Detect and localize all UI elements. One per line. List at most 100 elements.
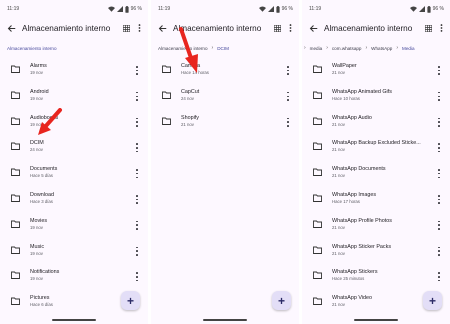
signal-icon xyxy=(267,6,274,12)
more-vert-icon[interactable] xyxy=(437,246,441,256)
back-arrow-icon[interactable] xyxy=(5,22,17,34)
item-name: Pictures xyxy=(30,295,50,302)
more-vert-icon[interactable] xyxy=(135,143,139,153)
more-vert-icon[interactable] xyxy=(135,194,139,204)
item-name: Movies xyxy=(30,217,48,224)
more-vert-icon[interactable] xyxy=(286,66,290,75)
gesture-nav-handle[interactable] xyxy=(52,319,96,321)
more-vert-icon[interactable] xyxy=(437,117,441,127)
item-date: 21 nov xyxy=(332,224,345,230)
file-list: Camera Hace 14 horas CapCut 24 nov Shopify… xyxy=(151,57,299,134)
chevron-right-icon: › xyxy=(211,45,214,51)
more-vert-icon[interactable] xyxy=(286,117,290,127)
folder-icon xyxy=(11,220,20,228)
folder-icon xyxy=(11,142,20,151)
app-bar: Almacenamiento interno xyxy=(0,17,148,39)
list-item[interactable]: WhatsApp Images Hace 17 horas xyxy=(302,186,450,212)
more-vert-icon[interactable] xyxy=(286,91,290,101)
list-item[interactable]: WhatsApp Backup Excluded Sticke... 21 nov xyxy=(302,134,450,160)
more-vert-icon[interactable] xyxy=(437,169,441,179)
back-arrow-icon[interactable] xyxy=(307,22,319,34)
back-arrow-icon[interactable] xyxy=(156,22,168,34)
breadcrumb-item[interactable]: WhatsApp xyxy=(371,46,392,51)
more-options-icon[interactable] xyxy=(436,22,446,34)
more-options-icon[interactable] xyxy=(285,22,295,34)
more-vert-icon[interactable] xyxy=(437,194,441,204)
red-arrow-annotation xyxy=(38,108,62,135)
folder-icon xyxy=(11,271,20,280)
more-vert-icon[interactable] xyxy=(437,143,441,153)
list-item[interactable]: WhatsApp Audio 21 nov xyxy=(302,109,450,135)
folder-icon xyxy=(313,194,322,202)
chevron-right-icon: › xyxy=(326,45,328,51)
battery-level: 96 % xyxy=(432,6,444,12)
item-date: 19 nov xyxy=(30,70,43,75)
list-item[interactable]: Camera Hace 14 horas xyxy=(151,57,299,83)
more-vert-icon[interactable] xyxy=(437,91,441,101)
list-item[interactable]: DCIM 24 nov xyxy=(0,134,148,160)
grid-view-icon[interactable] xyxy=(423,22,433,34)
folder-icon xyxy=(313,246,322,254)
item-name: WhatsApp Animated Gifs xyxy=(332,88,392,95)
status-time: 11:19 xyxy=(7,6,20,12)
more-vert-icon[interactable] xyxy=(135,91,139,101)
list-item[interactable]: Alarms 19 nov xyxy=(0,57,148,83)
grid-view-icon[interactable] xyxy=(272,22,282,34)
list-item[interactable]: WhatsApp Animated Gifs Hace 10 horas xyxy=(302,83,450,109)
list-item[interactable]: Android 19 nov xyxy=(0,83,148,109)
list-item[interactable]: Movies 19 nov xyxy=(0,212,148,238)
more-vert-icon[interactable] xyxy=(437,220,441,230)
list-item[interactable]: CapCut 24 nov xyxy=(151,83,299,109)
breadcrumb-item[interactable]: com.whatsapp xyxy=(332,46,362,51)
list-item[interactable]: Notifications 19 nov xyxy=(0,263,148,289)
file-list: Alarms 19 nov Android 19 nov Audiobooks 19 … xyxy=(0,57,148,315)
list-item[interactable]: WhatsApp Profile Photos 21 nov xyxy=(302,212,450,238)
battery-level: 96 % xyxy=(130,6,142,12)
more-vert-icon[interactable] xyxy=(135,117,139,127)
more-vert-icon[interactable] xyxy=(135,169,139,179)
more-options-icon[interactable] xyxy=(134,22,144,34)
list-item[interactable]: WallPaper 21 nov xyxy=(302,57,450,83)
add-button[interactable]: + xyxy=(272,291,291,310)
list-item[interactable]: WhatsApp Documents 21 nov xyxy=(302,160,450,186)
list-item[interactable]: Audiobooks 19 nov xyxy=(0,109,148,135)
add-icon: + xyxy=(277,293,285,308)
more-vert-icon[interactable] xyxy=(135,246,139,256)
more-vert-icon[interactable] xyxy=(135,66,139,75)
gesture-nav-handle[interactable] xyxy=(354,319,398,321)
more-vert-icon[interactable] xyxy=(437,272,441,282)
folder-icon xyxy=(313,117,322,125)
list-item[interactable]: Shopify 21 nov xyxy=(151,109,299,135)
list-item[interactable]: WhatsApp Sticker Packs 21 nov xyxy=(302,238,450,264)
page-title: Almacenamiento interno xyxy=(22,23,111,33)
add-button[interactable]: + xyxy=(423,291,442,310)
gesture-nav-handle[interactable] xyxy=(203,319,247,321)
list-item[interactable]: WhatsApp Stickers Hace 25 minutos xyxy=(302,263,450,289)
file-list: WallPaper 21 nov WhatsApp Animated Gifs Ha… xyxy=(302,57,450,315)
folder-icon xyxy=(162,65,171,73)
folder-icon xyxy=(313,65,322,73)
item-date: 21 nov xyxy=(332,147,345,153)
item-date: Hace 3 días xyxy=(30,198,53,204)
item-date: Hace 17 horas xyxy=(332,198,360,204)
breadcrumb-item[interactable]: media xyxy=(310,46,323,51)
list-item[interactable]: Music 19 nov xyxy=(0,238,148,264)
more-vert-icon[interactable] xyxy=(135,272,139,282)
list-item[interactable]: Documents Hace 5 días xyxy=(0,160,148,186)
list-item[interactable]: Download Hace 3 días xyxy=(0,186,148,212)
more-vert-icon[interactable] xyxy=(135,220,139,230)
app-bar: Almacenamiento interno xyxy=(302,17,450,39)
folder-icon xyxy=(313,168,322,177)
breadcrumb-item[interactable]: DCIM xyxy=(217,46,229,51)
breadcrumb-item[interactable]: Media xyxy=(402,46,415,51)
folder-icon xyxy=(11,168,20,177)
breadcrumb-item[interactable]: Almacenamiento interno xyxy=(7,46,57,51)
item-date: 24 nov xyxy=(30,147,43,153)
add-button[interactable]: + xyxy=(121,291,140,310)
item-date: Hace 10 horas xyxy=(332,95,360,101)
grid-view-icon[interactable] xyxy=(121,22,131,34)
item-name: Android xyxy=(30,88,49,95)
item-date: 21 nov xyxy=(332,250,345,256)
item-name: Documents xyxy=(30,166,58,173)
more-vert-icon[interactable] xyxy=(437,66,441,75)
